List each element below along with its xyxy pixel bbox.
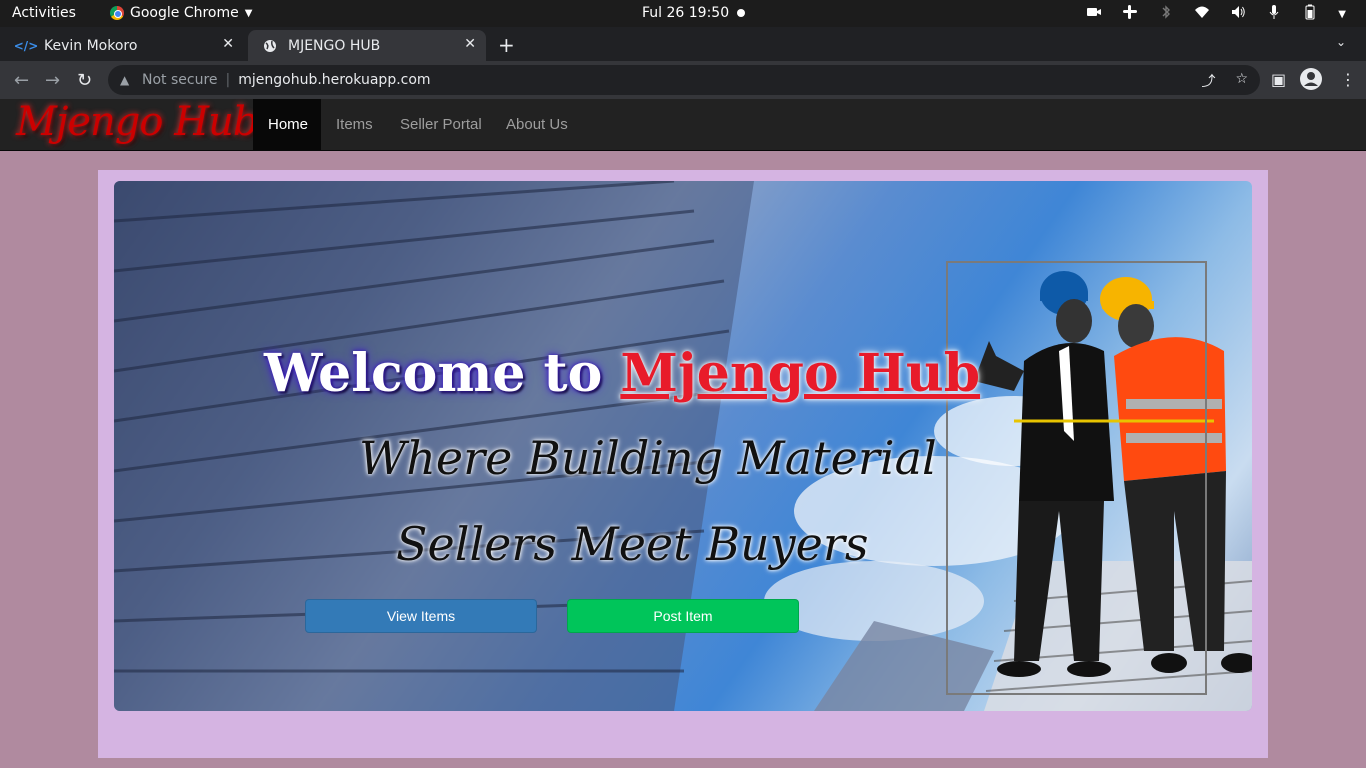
divider: |	[225, 72, 231, 88]
workers-frame	[946, 261, 1207, 695]
warning-icon[interactable]: ▲	[120, 73, 134, 87]
tab-search-chevron-icon[interactable]: ⌄	[1336, 35, 1346, 49]
activities-button[interactable]: Activities	[12, 5, 76, 21]
nav-home[interactable]: Home	[253, 99, 321, 150]
nav-about-us[interactable]: About Us	[491, 99, 583, 150]
main-container: Welcome to Mjengo Hub Where Building Mat…	[98, 170, 1268, 758]
clock[interactable]: Ful 26 19:50	[642, 5, 729, 21]
power-menu-icon[interactable]: ▼	[1338, 9, 1346, 20]
hero-subtitle-line2: Sellers Meet Buyers	[396, 517, 869, 571]
notification-dot-icon	[737, 9, 745, 17]
reload-icon[interactable]: ↻	[77, 70, 92, 91]
back-arrow-icon[interactable]: ←	[14, 70, 29, 91]
bluetooth-icon[interactable]	[1158, 4, 1174, 24]
security-label[interactable]: Not secure	[142, 72, 218, 88]
nav-seller-portal[interactable]: Seller Portal	[385, 99, 497, 150]
browser-toolbar: ← → ↻ ▲ Not secure | mjengohub.herokuapp…	[0, 61, 1366, 99]
new-tab-plus-icon[interactable]: +	[498, 33, 515, 57]
tab-title: Kevin Mokoro	[44, 37, 138, 54]
more-menu-icon[interactable]: ⋮	[1340, 70, 1356, 89]
close-icon[interactable]: ✕	[222, 36, 234, 52]
chrome-icon	[110, 6, 124, 20]
share-icon[interactable]: ⤴	[1201, 71, 1215, 91]
site-navbar: Mjengo Hub Home Items Seller Portal Abou…	[0, 99, 1366, 151]
tab-strip: </> Kevin Mokoro ✕ MJENGO HUB ✕ + ⌄	[0, 27, 1366, 61]
side-panel-icon[interactable]: ▣	[1271, 70, 1286, 89]
battery-icon[interactable]	[1302, 4, 1318, 24]
app-name: Google Chrome	[130, 5, 239, 21]
url-text[interactable]: mjengohub.herokuapp.com	[238, 72, 430, 88]
hero-banner: Welcome to Mjengo Hub Where Building Mat…	[114, 181, 1252, 711]
hero-title-brand: Mjengo Hub	[620, 343, 981, 404]
hero-subtitle-line1: Where Building Material	[359, 431, 937, 485]
system-top-bar: Activities Google Chrome ▼ Ful 26 19:50 …	[0, 0, 1366, 27]
site-logo[interactable]: Mjengo Hub	[16, 99, 258, 145]
address-bar[interactable]: ▲ Not secure | mjengohub.herokuapp.com ⤴…	[108, 65, 1260, 95]
chevron-down-icon: ▼	[244, 7, 253, 19]
view-items-button[interactable]: View Items	[305, 599, 537, 633]
wifi-icon[interactable]	[1194, 4, 1210, 24]
forward-arrow-icon[interactable]: →	[45, 70, 60, 91]
nav-items[interactable]: Items	[321, 99, 388, 150]
code-icon: </>	[13, 38, 39, 53]
tab-mjengo-hub[interactable]: MJENGO HUB ✕	[248, 30, 486, 61]
slack-icon[interactable]	[1122, 4, 1138, 24]
tab-kevin-mokoro[interactable]: </> Kevin Mokoro ✕	[4, 30, 244, 61]
hero-title-prefix: Welcome to	[264, 343, 621, 404]
bookmark-star-icon[interactable]: ☆	[1235, 71, 1248, 91]
tab-title: MJENGO HUB	[288, 37, 381, 54]
system-tray[interactable]: ▼	[1086, 4, 1346, 24]
volume-icon[interactable]	[1230, 4, 1246, 24]
post-item-button[interactable]: Post Item	[567, 599, 799, 633]
app-menu[interactable]: Google Chrome ▼	[110, 5, 252, 21]
microphone-icon[interactable]	[1266, 4, 1282, 24]
globe-icon	[262, 38, 278, 54]
hero-title: Welcome to Mjengo Hub	[264, 343, 980, 404]
profile-avatar-icon[interactable]	[1300, 68, 1322, 94]
close-icon[interactable]: ✕	[464, 36, 476, 52]
camera-icon[interactable]	[1086, 4, 1102, 24]
